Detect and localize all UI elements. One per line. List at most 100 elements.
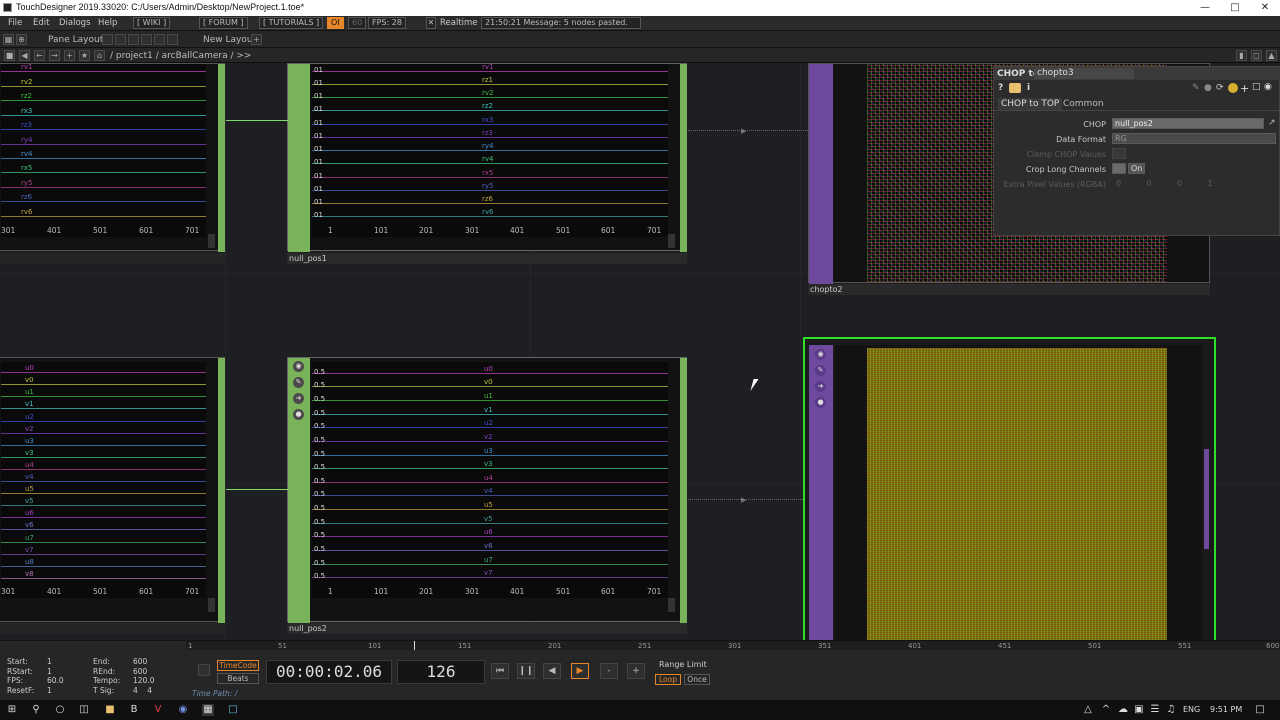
new-layout-label[interactable]: New Layout	[203, 35, 256, 45]
export-icon[interactable]: ➜	[293, 393, 304, 404]
timeline-expand-button[interactable]	[198, 664, 210, 676]
add-param-icon[interactable]: +	[1240, 82, 1249, 95]
wiki-link[interactable]: [ WIKI ]	[133, 17, 171, 29]
notepad-icon[interactable]: □	[227, 704, 239, 716]
tab-common[interactable]: Common	[1060, 98, 1107, 110]
wire-link[interactable]	[226, 120, 288, 121]
windows-start-icon[interactable]: ⊞	[6, 704, 18, 716]
loop-toggle[interactable]: Loop	[655, 674, 681, 685]
comment-icon[interactable]: ●	[1204, 83, 1212, 93]
network-path[interactable]: / project1 / arcBallCamera / >>	[110, 51, 251, 61]
chop-node-bottom-left[interactable]: u0 v0 u1 v1 u2 v2 u3 v3 u4 v4 u5 v5 u6 v6 u7 v7 u8 v8 301 4…	[0, 357, 225, 623]
rend-value[interactable]: 600	[133, 667, 147, 676]
timecode-toggle[interactable]: TimeCode	[217, 660, 259, 671]
people-icon[interactable]: △	[1082, 704, 1094, 716]
layout-2-button[interactable]	[115, 34, 126, 45]
edit-icon[interactable]: ✎	[293, 377, 304, 388]
chopto2-name[interactable]: chopto2	[808, 284, 1210, 295]
chopto3-node[interactable]: ◉ ✎ ➜ ●	[803, 337, 1216, 640]
menu-file[interactable]: File	[8, 18, 22, 28]
edit-icon[interactable]: ✎	[815, 365, 826, 376]
task-view-icon[interactable]: ◫	[78, 704, 90, 716]
settings-icon[interactable]: ◉	[1264, 82, 1272, 92]
help-icon[interactable]: ?	[998, 83, 1003, 93]
null-pos2-name[interactable]: null_pos2	[287, 623, 687, 634]
viewer-scrollbar[interactable]	[208, 598, 215, 612]
vivaldi-icon[interactable]: V	[152, 704, 164, 716]
time-path[interactable]: Time Path: /	[192, 689, 237, 698]
end-value[interactable]: 600	[133, 657, 147, 666]
parameter-dialog[interactable]: CHOP to chopto3 ? i ✎ ● ⟳ + □ ◉ CHOP to …	[993, 66, 1280, 236]
viewer-active-icon[interactable]: ◉	[815, 349, 826, 360]
forward-icon[interactable]: →	[49, 50, 60, 61]
play-button[interactable]: ▶	[571, 663, 589, 679]
language-indicator[interactable]: ENG	[1183, 705, 1200, 714]
edit-pen-icon[interactable]: ✎	[1192, 83, 1200, 93]
viewer-scrollbar[interactable]	[668, 598, 675, 612]
clone-icon[interactable]: ⟳	[1216, 83, 1224, 93]
viewer-scrollbar[interactable]	[1204, 449, 1209, 549]
null-pos1-node[interactable]: rv1 01 rz1 01 rv2 01 rz2 01 rx3 01 rz3 01 ry4 01 rv4 01…	[287, 63, 687, 252]
realtime-checkbox[interactable]: ✕	[426, 17, 436, 29]
chop-node-top-left[interactable]: rv1 rv2 rz2 rx3 rz3 ry4 rv4 rx5 ry5 rz6 rv6 301 401 5…	[0, 63, 225, 252]
back-icon[interactable]: ◀	[19, 50, 30, 61]
layout-5-button[interactable]	[154, 34, 165, 45]
app-b-icon[interactable]: B	[128, 704, 140, 716]
playhead[interactable]	[414, 641, 415, 650]
expand-icon[interactable]: □	[1252, 82, 1261, 92]
export-icon[interactable]: ➜	[815, 381, 826, 392]
timeline-ruler[interactable]: 1 51 101 151 201 251 301 351 401 451 501 551 600	[186, 641, 1280, 650]
pause-button[interactable]: ❙❙	[517, 663, 535, 679]
search-icon[interactable]: ⚲	[30, 704, 42, 716]
resetf-value[interactable]: 1	[47, 686, 52, 695]
chop-field[interactable]: null_pos2	[1112, 118, 1264, 129]
extra-pixel-values[interactable]: 0 0 0 1	[1116, 179, 1213, 188]
timecode-display[interactable]: 00:00:02.06	[266, 660, 392, 684]
viewer-toggle-icon[interactable]: ▮	[1236, 50, 1247, 61]
op-name-field[interactable]: chopto3	[1034, 68, 1134, 79]
fps-60-badge[interactable]: 60	[348, 17, 367, 29]
menu-edit[interactable]: Edit	[33, 18, 49, 28]
bookmark-icon[interactable]: ★	[79, 50, 90, 61]
notifications-icon[interactable]: □	[1254, 704, 1266, 716]
pane-menu-icon[interactable]: ▦	[3, 34, 14, 45]
python-icon[interactable]	[1009, 83, 1021, 93]
menu-dialogs[interactable]: Dialogs	[59, 18, 91, 28]
info-icon[interactable]: i	[1027, 83, 1030, 93]
maximize-button[interactable]: □	[1220, 0, 1250, 16]
cloud-icon[interactable]: ☁	[1117, 704, 1129, 716]
tutorials-link[interactable]: [ TUTORIALS ]	[259, 17, 324, 29]
crop-toggle-switch[interactable]	[1112, 163, 1126, 174]
tray-chevron-icon[interactable]: ^	[1100, 704, 1112, 716]
volume-icon[interactable]: ♫	[1165, 704, 1177, 716]
forum-link[interactable]: [ FORUM ]	[199, 17, 248, 29]
lock-icon[interactable]: ●	[815, 397, 826, 408]
viewer-scrollbar[interactable]	[668, 234, 675, 248]
minimize-button[interactable]: —	[1190, 0, 1220, 16]
layout-1-button[interactable]	[102, 34, 113, 45]
split-icon[interactable]: ■	[4, 50, 15, 61]
frame-display[interactable]: 126	[397, 660, 485, 684]
null-pos1-name[interactable]: null_pos1	[287, 253, 687, 264]
null-pos2-node[interactable]: ◉ ✎ ➜ ● u0 0.5 v0 0.5 u1 0.5 v1 0.5 u2 0.5 v2 0.5 u3…	[287, 357, 687, 623]
rstart-value[interactable]: 1	[47, 667, 52, 676]
file-explorer-icon[interactable]: ■	[104, 704, 116, 716]
beats-toggle[interactable]: Beats	[217, 673, 259, 684]
tsig-value[interactable]: 4 4	[133, 686, 152, 695]
touchdesigner-taskbar-icon[interactable]: ▦	[202, 704, 214, 716]
layout-3-button[interactable]	[128, 34, 139, 45]
battery-icon[interactable]: ▣	[1133, 704, 1145, 716]
close-button[interactable]: ✕	[1250, 0, 1280, 16]
network-icon[interactable]: ☰	[1149, 704, 1161, 716]
fps-badge[interactable]: OI	[327, 17, 344, 29]
menu-help[interactable]: Help	[98, 18, 117, 28]
wire-link[interactable]	[226, 489, 288, 490]
rewind-button[interactable]: ⏮	[491, 663, 509, 679]
cortana-icon[interactable]: ○	[54, 704, 66, 716]
expand-pane-icon[interactable]: ▲	[1266, 50, 1277, 61]
clamp-toggle[interactable]	[1112, 148, 1126, 159]
tempo-value[interactable]: 120.0	[133, 676, 154, 685]
pane-pin-icon[interactable]: ⊕	[16, 34, 27, 45]
fps-value[interactable]: 60.0	[47, 676, 64, 685]
step-minus-button[interactable]: -	[600, 663, 618, 679]
